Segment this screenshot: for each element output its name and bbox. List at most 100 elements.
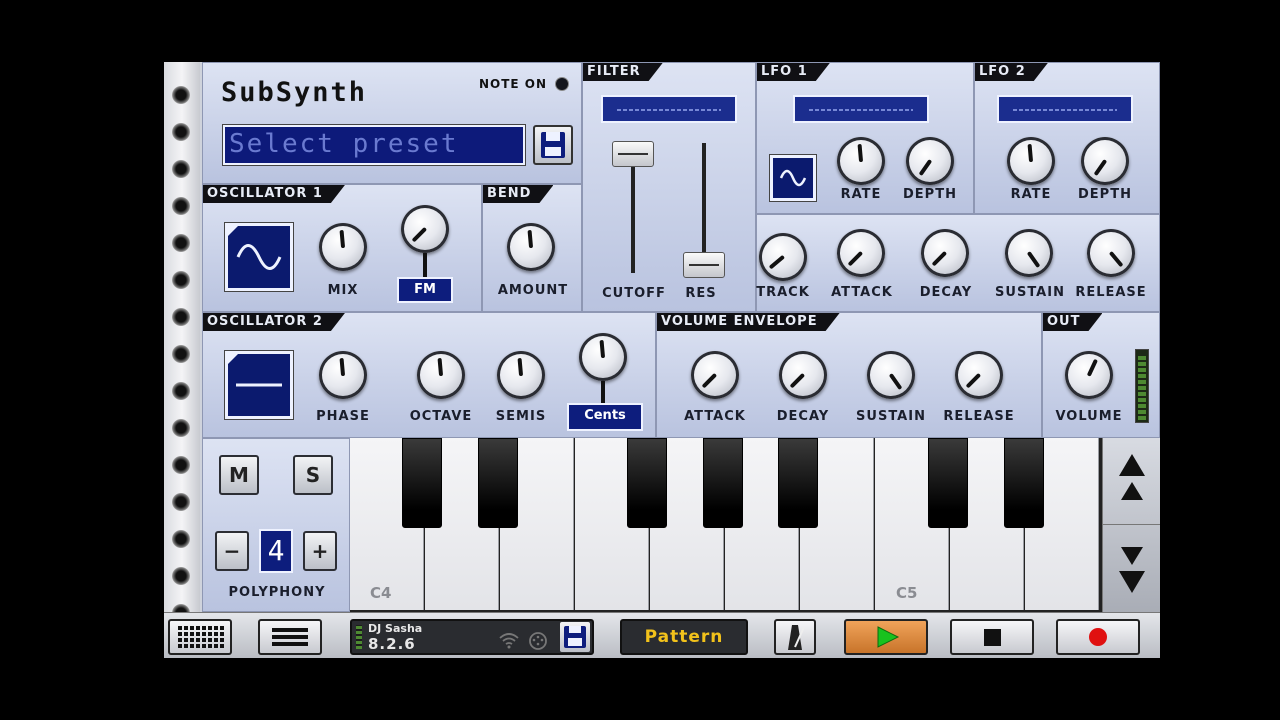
lfo1-depth-label: DEPTH [903,187,957,202]
grid-menu-button[interactable] [168,619,232,655]
lfo2-panel: LFO 2 RATE DEPTH [974,62,1160,214]
piano-keyboard: C4 C5 [350,438,1102,612]
osc1-fm-knob[interactable] [401,205,449,253]
binding-ring [172,456,190,474]
lfo2-depth-label: DEPTH [1078,187,1132,202]
play-button[interactable] [844,619,928,655]
volume-knob[interactable] [1065,351,1113,399]
filter-display [601,95,737,123]
binding-ring [172,160,190,178]
pattern-button[interactable]: Pattern [620,619,748,655]
save-preset-button[interactable] [533,125,573,165]
binding-ring [172,530,190,548]
lfo1-rate-knob[interactable] [837,137,885,185]
lfo2-depth-knob[interactable] [1081,137,1129,185]
polyphony-value: 4 [259,529,293,573]
vol-decay-knob[interactable] [779,351,827,399]
filter-sustain-knob[interactable] [1005,229,1053,277]
filter-attack-knob[interactable] [837,229,885,277]
polyphony-plus-button[interactable]: + [303,531,337,571]
binding-ring [172,345,190,363]
record-button[interactable] [1056,619,1140,655]
level-meter [1135,349,1149,423]
track-knob[interactable] [759,233,807,281]
out-title: OUT [1043,313,1102,331]
preset-display: Select preset [229,129,459,159]
oscillator2-panel: OSCILLATOR 2 Cents PHASE OCTAVE SEMIS [202,312,656,438]
vol-release-knob[interactable] [955,351,1003,399]
octave-up-button[interactable] [1103,438,1160,525]
osc2-phase-knob[interactable] [319,351,367,399]
vol-attack-knob[interactable] [691,351,739,399]
stop-icon [984,629,1001,646]
filter-envelope-panel: TRACK ATTACK DECAY SUSTAIN RELEASE [756,214,1160,312]
oscillator1-panel: OSCILLATOR 1 FM MIX [202,184,482,312]
stop-button[interactable] [950,619,1034,655]
osc1-mix-label: MIX [327,283,359,298]
volume-envelope-panel: VOLUME ENVELOPE ATTACK DECAY SUSTAIN REL… [656,312,1042,438]
osc2-cents-knob[interactable] [579,333,627,381]
status-display: DJ Sasha 8.2.6 [350,619,594,655]
track-label: TRACK [756,285,810,300]
binding-ring [172,86,190,104]
res-label: RES [685,286,717,301]
metronome-icon [788,625,805,650]
osc1-mix-knob[interactable] [319,223,367,271]
fm-button[interactable]: FM [397,277,453,303]
cents-connector [601,381,605,405]
lfo1-panel: LFO 1 RATE DEPTH [756,62,974,214]
binding-ring [172,271,190,289]
vol-decay-label: DECAY [776,409,830,424]
octave-navigation [1102,438,1160,612]
lfo2-rate-knob[interactable] [1007,137,1055,185]
binding-ring [172,567,190,585]
lfo1-depth-knob[interactable] [906,137,954,185]
midi-icon [529,632,547,650]
vol-sustain-label: SUSTAIN [856,409,926,424]
vol-release-label: RELEASE [943,409,1015,424]
osc1-waveform-button[interactable] [225,223,293,291]
ring-binding [164,62,200,622]
black-key[interactable] [1004,438,1044,528]
lfo1-waveform-button[interactable] [770,155,816,201]
octave-down-button[interactable] [1103,525,1160,611]
black-key[interactable] [928,438,968,528]
header-panel: SubSynth NOTE ON Select preset [202,62,582,184]
mute-button[interactable]: M [219,455,259,495]
bend-panel: BEND AMOUNT [482,184,582,312]
black-key[interactable] [703,438,743,528]
black-key[interactable] [478,438,518,528]
black-key[interactable] [402,438,442,528]
note-on-label: NOTE ON [479,77,548,91]
main-menu-button[interactable] [258,619,322,655]
metronome-button[interactable] [774,619,816,655]
play-icon [877,626,900,648]
black-key[interactable] [778,438,818,528]
preset-selector[interactable]: Select preset [223,125,525,165]
osc2-semis-label: SEMIS [495,409,547,424]
osc2-semis-knob[interactable] [497,351,545,399]
bend-amount-knob[interactable] [507,223,555,271]
res-slider[interactable] [683,252,725,278]
vol-sustain-knob[interactable] [867,351,915,399]
c5-label: C5 [896,584,918,602]
osc2-waveform-button[interactable] [225,351,293,419]
polyphony-minus-button[interactable]: − [215,531,249,571]
floppy-icon [541,132,565,158]
filter-release-knob[interactable] [1087,229,1135,277]
double-chevron-down-icon [1119,547,1145,593]
hamburger-icon [272,628,308,646]
filter-title: FILTER [583,63,663,81]
polyphony-label: POLYPHONY [228,585,326,600]
subsynth-app: SubSynth NOTE ON Select preset FILTER CU… [164,62,1160,658]
osc2-octave-knob[interactable] [417,351,465,399]
cutoff-slider[interactable] [612,141,654,167]
binding-ring [172,382,190,400]
cents-button[interactable]: Cents [567,403,643,431]
solo-button[interactable]: S [293,455,333,495]
black-key[interactable] [627,438,667,528]
save-project-button[interactable] [560,622,590,652]
filter-decay-knob[interactable] [921,229,969,277]
note-on-led [556,78,568,90]
user-name: DJ Sasha [368,622,423,635]
